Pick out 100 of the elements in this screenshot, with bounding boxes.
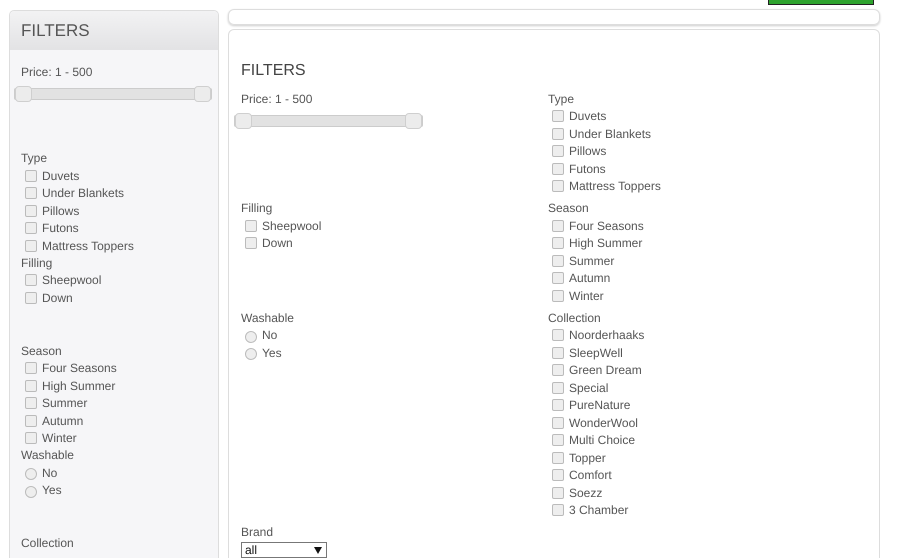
checkbox[interactable]	[25, 222, 37, 234]
slider-handle[interactable]	[15, 86, 32, 102]
checkbox[interactable]	[245, 220, 257, 232]
option-label: Duvets	[42, 168, 80, 183]
checkbox[interactable]	[25, 240, 37, 252]
slider-handle[interactable]	[235, 112, 252, 128]
caret-icon	[314, 546, 322, 554]
price-slider[interactable]	[234, 114, 423, 126]
option-label: SleepWell	[569, 346, 623, 360]
filter-heading: Washable	[21, 447, 74, 463]
checkbox[interactable]	[25, 380, 37, 392]
checkbox[interactable]	[552, 290, 564, 302]
option-label: Sheepwool	[262, 218, 322, 233]
checkbox[interactable]	[552, 329, 564, 342]
option-label: 3 Chamber	[569, 503, 628, 518]
option-label: Summer	[569, 254, 614, 268]
option-label: Futons	[569, 162, 606, 176]
option-label: High Summer	[569, 236, 642, 250]
checkbox[interactable]	[25, 274, 37, 286]
filters-title: FILTERS	[241, 62, 307, 80]
checkbox[interactable]	[552, 486, 564, 499]
checkbox[interactable]	[25, 292, 37, 304]
checkbox[interactable]	[25, 204, 37, 217]
filter-heading: Filling	[21, 254, 52, 270]
checkbox[interactable]	[552, 399, 564, 412]
filter-heading: Season	[548, 200, 589, 216]
radio-button[interactable]	[25, 468, 37, 480]
checkbox[interactable]	[25, 397, 37, 410]
filter-heading: Filling	[241, 200, 272, 216]
option-label: Pillows	[42, 204, 80, 218]
checkbox[interactable]	[245, 237, 257, 250]
option-label: PureNature	[569, 398, 630, 412]
checkbox[interactable]	[552, 382, 564, 394]
option-label: No	[262, 328, 278, 342]
option-label: Topper	[569, 450, 606, 465]
option-label: Yes	[262, 346, 282, 360]
option-label: Down	[262, 236, 293, 250]
option-label: Noorderhaaks	[569, 328, 644, 342]
checkbox[interactable]	[25, 187, 37, 200]
checkbox[interactable]	[25, 432, 37, 444]
option-label: Under Blankets	[569, 126, 652, 141]
radio-button[interactable]	[25, 486, 37, 498]
option-label: Four Seasons	[42, 361, 117, 376]
checkbox[interactable]	[552, 110, 564, 122]
slider-handle[interactable]	[405, 112, 422, 128]
checkbox[interactable]	[552, 469, 564, 482]
option-label: No	[42, 466, 58, 480]
sidebar-title: FILTERS	[21, 20, 90, 40]
option-label: Winter	[42, 431, 77, 446]
option-label: Multi Choice	[569, 433, 636, 448]
filter-heading: Price: 1 - 500	[241, 90, 312, 106]
checkbox[interactable]	[552, 452, 564, 464]
checkbox[interactable]	[552, 504, 564, 516]
checkbox[interactable]	[25, 362, 37, 374]
filter-heading: Collection	[21, 535, 74, 551]
filter-heading: Collection	[548, 310, 601, 326]
filter-heading: Brand	[241, 524, 274, 540]
option-label: Futons	[42, 221, 79, 236]
option-label: Autumn	[569, 271, 610, 286]
filter-heading: Type	[548, 90, 574, 106]
filter-heading: Price: 1 - 500	[21, 64, 92, 80]
option-label: Comfort	[569, 468, 612, 482]
checkbox[interactable]	[552, 128, 564, 140]
slider-handle[interactable]	[194, 86, 211, 102]
checkbox[interactable]	[552, 272, 564, 284]
filter-heading: Washable	[241, 310, 294, 326]
radio-button[interactable]	[245, 330, 257, 343]
brand-select[interactable]: all	[241, 542, 327, 558]
option-label: Mattress Toppers	[42, 238, 134, 253]
checkbox[interactable]	[552, 180, 564, 192]
option-label: Special	[569, 380, 608, 395]
option-label: Winter	[569, 288, 604, 303]
checkbox[interactable]	[552, 254, 564, 267]
price-slider[interactable]	[14, 88, 212, 100]
checkbox[interactable]	[552, 162, 564, 175]
checkbox[interactable]	[25, 170, 37, 182]
option-label: High Summer	[42, 378, 116, 393]
checkbox[interactable]	[552, 145, 564, 158]
checkbox[interactable]	[552, 346, 564, 359]
option-label: Under Blankets	[42, 186, 124, 200]
checkbox[interactable]	[552, 416, 564, 429]
option-label: Down	[42, 290, 73, 305]
option-label: Yes	[42, 483, 62, 498]
option-label: Green Dream	[569, 363, 642, 378]
checkbox[interactable]	[552, 220, 564, 232]
option-label: Summer	[42, 396, 88, 410]
option-label: Mattress Toppers	[569, 179, 661, 194]
checkbox[interactable]	[552, 237, 564, 250]
checkbox[interactable]	[552, 364, 564, 376]
checkbox[interactable]	[552, 434, 564, 446]
option-label: Pillows	[569, 144, 606, 158]
option-label: Sheepwool	[42, 273, 102, 288]
checkbox[interactable]	[25, 414, 37, 427]
option-label: Autumn	[42, 414, 84, 428]
filter-heading: Type	[21, 150, 48, 166]
option-label: WonderWool	[569, 416, 638, 430]
filter-heading: Season	[21, 342, 62, 358]
radio-button[interactable]	[245, 348, 257, 360]
option-label: Duvets	[569, 109, 606, 124]
option-label: Soezz	[569, 486, 602, 500]
